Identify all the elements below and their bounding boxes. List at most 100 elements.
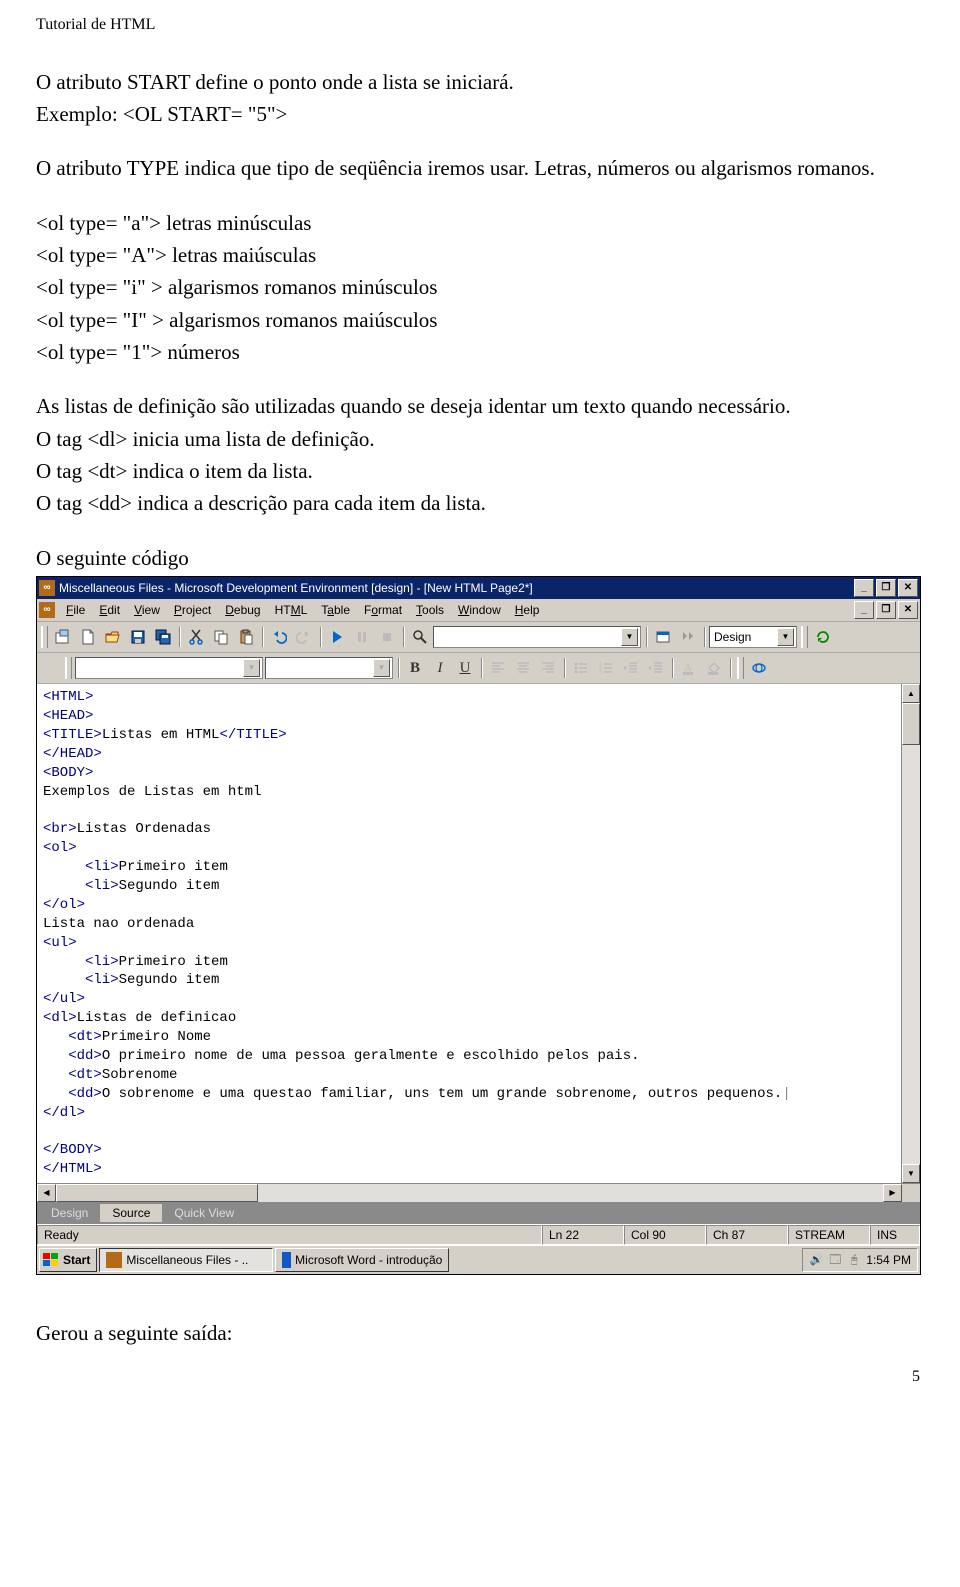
save-all-icon[interactable] [151,626,175,648]
copy-icon[interactable] [209,626,233,648]
menu-edit[interactable]: Edit [92,602,127,618]
tray-icon[interactable]: 🗔 [828,1253,842,1267]
view-tabs: Design Source Quick View [37,1202,920,1224]
status-ch: Ch 87 [706,1225,788,1245]
design-mode-combo[interactable]: Design▼ [709,626,797,648]
mdi-close-button[interactable]: ✕ [898,601,918,619]
outdent-icon[interactable] [619,657,643,679]
window-list-icon[interactable] [651,626,675,648]
restore-button[interactable]: ❐ [876,579,896,597]
toolbar-grip[interactable] [801,626,808,648]
menu-view[interactable]: View [127,602,167,618]
tab-quick-view[interactable]: Quick View [162,1204,246,1222]
forecolor-icon[interactable]: A [677,657,701,679]
run-icon[interactable] [325,626,349,648]
menu-table[interactable]: Table [314,602,357,618]
close-button[interactable]: ✕ [898,579,918,597]
style-combo[interactable]: ▼ [75,657,263,679]
menu-window[interactable]: Window [451,602,508,618]
find-icon[interactable] [408,626,432,648]
body-text: <ol type= "1"> números [36,338,924,366]
body-text: <ol type= "i" > algarismos romanos minús… [36,273,924,301]
toolbar-grip[interactable] [41,626,48,648]
body-text: Exemplo: <OL START= "5"> [36,100,924,128]
chevron-down-icon[interactable]: ▼ [621,628,638,646]
pause-icon[interactable] [350,626,374,648]
body-text: <ol type= "a"> letras minúsculas [36,209,924,237]
toolbar-format: ▼ ▼ B I U 123 A [37,653,920,684]
scroll-right-button[interactable]: ▶ [883,1184,902,1202]
task-label: Miscellaneous Files - .. [126,1254,248,1266]
body-text: O tag <dd> indica a descrição para cada … [36,489,924,517]
redo-icon[interactable] [292,626,316,648]
chevron-down-icon[interactable]: ▼ [777,628,794,646]
toolbox-icon[interactable] [676,626,700,648]
volume-icon[interactable]: 🔊 [809,1253,823,1267]
start-button[interactable]: Start [39,1248,97,1272]
scroll-thumb[interactable] [56,1184,258,1202]
font-combo[interactable]: ▼ [265,657,393,679]
align-center-icon[interactable] [511,657,535,679]
italic-button[interactable]: I [428,657,452,679]
scroll-track[interactable] [56,1184,883,1202]
taskbar: Start Miscellaneous Files - .. Microsoft… [37,1245,920,1274]
refresh-icon[interactable] [811,626,835,648]
backcolor-icon[interactable] [702,657,726,679]
code-editor[interactable]: <HTML> <HEAD> <TITLE>Listas em HTML</TIT… [37,684,901,1183]
cut-icon[interactable] [184,626,208,648]
new-project-icon[interactable] [51,626,75,648]
status-col: Col 90 [624,1225,706,1245]
menu-tools[interactable]: Tools [409,602,451,618]
new-file-icon[interactable] [76,626,100,648]
status-bar: Ready Ln 22 Col 90 Ch 87 STREAM INS [37,1224,920,1245]
taskbar-item-devenv[interactable]: Miscellaneous Files - .. [99,1248,273,1272]
scroll-thumb[interactable] [902,703,920,745]
tray-icon[interactable]: 🖰 [847,1253,861,1267]
mdi-restore-button[interactable]: ❐ [876,601,896,619]
scroll-down-button[interactable]: ▼ [902,1164,920,1183]
indent-icon[interactable] [644,657,668,679]
stop-icon[interactable] [375,626,399,648]
status-stream: STREAM [788,1225,870,1245]
word-icon [282,1252,291,1268]
chevron-down-icon[interactable]: ▼ [243,659,260,677]
hyperlink-icon[interactable] [747,657,771,679]
menu-project[interactable]: Project [167,602,218,618]
bullets-icon[interactable] [569,657,593,679]
status-ins: INS [870,1225,920,1245]
tab-design[interactable]: Design [39,1204,100,1222]
body-text: O tag <dl> inicia uma lista de definição… [36,425,924,453]
underline-button[interactable]: U [453,657,477,679]
body-text: As listas de definição são utilizadas qu… [36,392,924,420]
find-combo[interactable]: ▼ [433,626,641,648]
menu-format[interactable]: Format [357,602,409,618]
menu-help[interactable]: Help [508,602,547,618]
bold-button[interactable]: B [403,657,427,679]
minimize-button[interactable]: _ [854,579,874,597]
mdi-minimize-button[interactable]: _ [854,601,874,619]
chevron-down-icon[interactable]: ▼ [373,659,390,677]
toolbar-grip[interactable] [65,657,72,679]
scroll-left-button[interactable]: ◀ [37,1184,56,1202]
align-left-icon[interactable] [486,657,510,679]
save-icon[interactable] [126,626,150,648]
numbering-icon[interactable]: 123 [594,657,618,679]
open-icon[interactable] [101,626,125,648]
windows-logo-icon [43,1253,59,1267]
menu-html[interactable]: HTML [268,602,315,618]
vertical-scrollbar[interactable]: ▲ ▼ [901,684,920,1183]
system-tray: 🔊 🗔 🖰 1:54 PM [802,1248,918,1272]
document-icon: ∞ [39,602,55,618]
status-ready: Ready [37,1225,542,1245]
scroll-track[interactable] [902,703,920,1164]
horizontal-scrollbar[interactable]: ◀ ▶ [37,1183,920,1202]
paste-icon[interactable] [234,626,258,648]
scroll-up-button[interactable]: ▲ [902,684,920,703]
toolbar-grip[interactable] [737,657,744,679]
tab-source[interactable]: Source [100,1204,162,1222]
align-right-icon[interactable] [536,657,560,679]
menu-file[interactable]: File [59,602,92,618]
undo-icon[interactable] [267,626,291,648]
taskbar-item-word[interactable]: Microsoft Word - introdução [275,1248,449,1272]
menu-debug[interactable]: Debug [218,602,267,618]
